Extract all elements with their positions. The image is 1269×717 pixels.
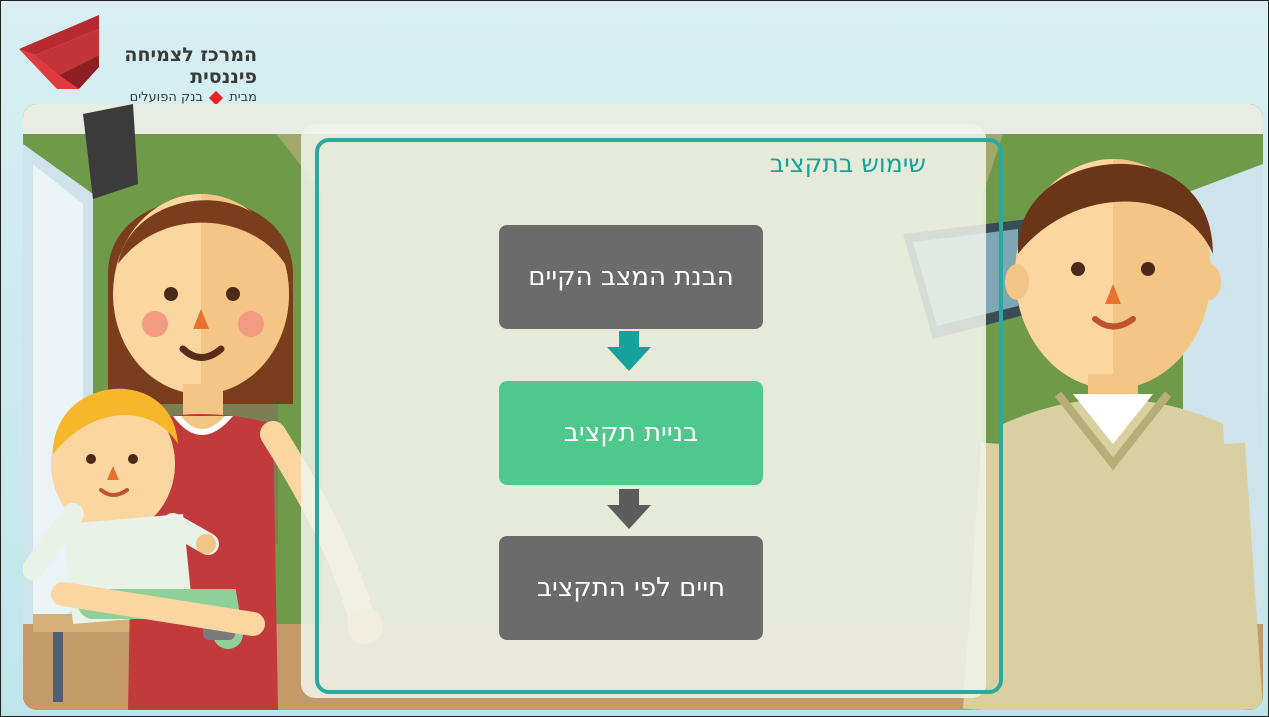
step-label: הבנת המצב הקיים xyxy=(528,262,734,292)
man-character xyxy=(963,159,1263,710)
header: המרכז לצמיחה פיננסית מבית בנק הפועלים xyxy=(1,1,1268,105)
step-understand-current-state: הבנת המצב הקיים xyxy=(499,225,763,329)
slide: המרכז לצמיחה פיננסית מבית בנק הפועלים שי… xyxy=(0,0,1269,717)
step-label: בניית תקציב xyxy=(563,418,699,448)
arrow-down-icon xyxy=(607,331,651,371)
brand-subtitle-suffix: בנק הפועלים xyxy=(129,90,203,105)
arrow-down-icon xyxy=(607,489,651,529)
diamond-icon xyxy=(208,90,224,105)
panel-title: שימוש בתקציב xyxy=(769,149,926,178)
step-label: חיים לפי התקציב xyxy=(536,573,726,603)
brand: המרכז לצמיחה פיננסית מבית בנק הפועלים xyxy=(77,44,257,106)
step-build-budget: בניית תקציב xyxy=(499,381,763,485)
step-live-by-budget: חיים לפי התקציב xyxy=(499,536,763,640)
brand-subtitle-prefix: מבית xyxy=(229,90,257,105)
brand-title: המרכז לצמיחה פיננסית xyxy=(124,44,257,88)
